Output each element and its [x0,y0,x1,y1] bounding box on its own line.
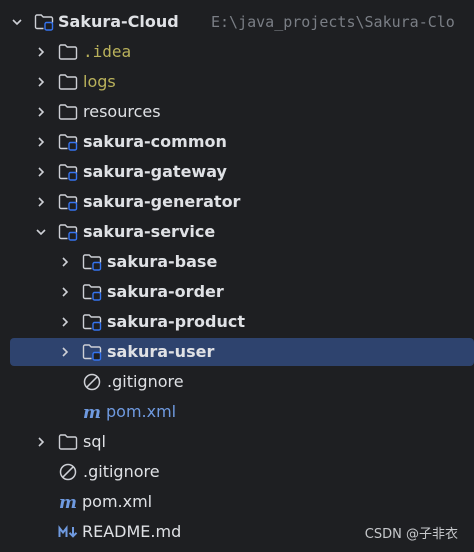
tree-row-root[interactable]: Sakura-Cloud E:\java_projects\Sakura-Clo [0,7,474,37]
chevron-right-icon[interactable] [34,45,48,59]
maven-icon: m [82,403,102,423]
folder-label: sql [83,432,106,451]
chevron-right-icon[interactable] [58,255,72,269]
tree-row-sakura-base[interactable]: sakura-base [0,247,474,277]
project-tree: Sakura-Cloud E:\java_projects\Sakura-Clo… [0,0,474,552]
module-folder-icon [82,253,102,271]
file-label: pom.xml [82,492,153,511]
tree-row-sakura-service[interactable]: sakura-service [0,217,474,247]
chevron-right-icon[interactable] [58,285,72,299]
file-label: .gitignore [83,462,160,481]
tree-row-service-pom[interactable]: m pom.xml [0,397,474,427]
module-label: sakura-user [107,342,215,361]
markdown-icon [58,523,78,541]
chevron-right-icon[interactable] [58,315,72,329]
chevron-right-icon[interactable] [34,105,48,119]
module-folder-icon [58,193,78,211]
svg-text:m: m [83,403,101,421]
module-label: sakura-order [107,282,224,301]
file-label: README.md [82,522,182,541]
folder-label: resources [83,102,161,121]
module-folder-icon [82,283,102,301]
tree-row-sakura-generator[interactable]: sakura-generator [0,187,474,217]
folder-icon [58,433,78,451]
ignore-file-icon [82,373,102,391]
tree-row-sakura-user[interactable]: sakura-user [0,337,474,367]
module-folder-icon [34,13,54,31]
chevron-right-icon[interactable] [34,135,48,149]
tree-row-sakura-order[interactable]: sakura-order [0,277,474,307]
module-folder-icon [82,313,102,331]
svg-text:m: m [59,493,77,511]
module-folder-icon [58,163,78,181]
file-label: pom.xml [106,402,177,421]
tree-row-service-gitignore[interactable]: .gitignore [0,367,474,397]
module-folder-icon [82,343,102,361]
folder-label: logs [83,72,116,91]
maven-icon: m [58,493,78,513]
folder-label: .idea [83,42,132,61]
folder-icon [58,73,78,91]
chevron-right-icon[interactable] [58,345,72,359]
module-label: sakura-common [83,132,227,151]
module-label: sakura-service [83,222,216,241]
project-name: Sakura-Cloud [58,12,179,31]
folder-icon [58,103,78,121]
file-label: .gitignore [107,372,184,391]
chevron-right-icon[interactable] [34,435,48,449]
tree-row-sql[interactable]: sql [0,427,474,457]
module-folder-icon [58,223,78,241]
chevron-right-icon[interactable] [34,195,48,209]
module-label: sakura-generator [83,192,241,211]
chevron-down-icon[interactable] [34,225,48,239]
tree-row-idea[interactable]: .idea [0,37,474,67]
module-label: sakura-product [107,312,245,331]
module-folder-icon [58,133,78,151]
tree-row-sakura-gateway[interactable]: sakura-gateway [0,157,474,187]
watermark: CSDN @子非衣 [364,527,458,542]
tree-row-root-pom[interactable]: m pom.xml [0,487,474,517]
chevron-right-icon[interactable] [34,165,48,179]
project-path: E:\java_projects\Sakura-Clo [211,13,455,31]
folder-icon [58,43,78,61]
module-label: sakura-base [107,252,218,271]
module-label: sakura-gateway [83,162,227,181]
chevron-right-icon[interactable] [34,75,48,89]
tree-row-logs[interactable]: logs [0,67,474,97]
tree-row-resources[interactable]: resources [0,97,474,127]
tree-row-sakura-common[interactable]: sakura-common [0,127,474,157]
tree-row-root-gitignore[interactable]: .gitignore [0,457,474,487]
chevron-down-icon[interactable] [10,15,24,29]
ignore-file-icon [58,463,78,481]
tree-row-sakura-product[interactable]: sakura-product [0,307,474,337]
